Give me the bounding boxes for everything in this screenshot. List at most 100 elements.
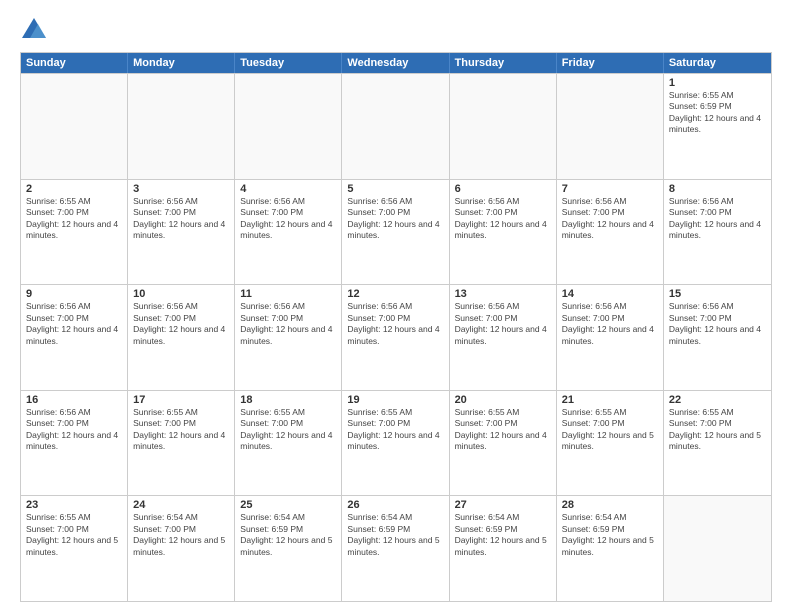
calendar-cell: 18Sunrise: 6:55 AM Sunset: 7:00 PM Dayli… [235, 391, 342, 496]
day-info: Sunrise: 6:56 AM Sunset: 7:00 PM Dayligh… [26, 301, 122, 347]
day-number: 10 [133, 288, 229, 300]
calendar-cell: 21Sunrise: 6:55 AM Sunset: 7:00 PM Dayli… [557, 391, 664, 496]
day-number: 25 [240, 499, 336, 511]
day-info: Sunrise: 6:56 AM Sunset: 7:00 PM Dayligh… [240, 301, 336, 347]
day-info: Sunrise: 6:55 AM Sunset: 7:00 PM Dayligh… [240, 407, 336, 453]
day-number: 5 [347, 183, 443, 195]
calendar-row: 23Sunrise: 6:55 AM Sunset: 7:00 PM Dayli… [21, 495, 771, 601]
calendar-cell: 9Sunrise: 6:56 AM Sunset: 7:00 PM Daylig… [21, 285, 128, 390]
day-number: 6 [455, 183, 551, 195]
day-number: 4 [240, 183, 336, 195]
day-number: 14 [562, 288, 658, 300]
day-number: 17 [133, 394, 229, 406]
day-number: 8 [669, 183, 766, 195]
day-info: Sunrise: 6:54 AM Sunset: 6:59 PM Dayligh… [347, 512, 443, 558]
day-info: Sunrise: 6:56 AM Sunset: 7:00 PM Dayligh… [133, 196, 229, 242]
weekday-header: Sunday [21, 53, 128, 73]
day-number: 9 [26, 288, 122, 300]
day-info: Sunrise: 6:55 AM Sunset: 7:00 PM Dayligh… [669, 407, 766, 453]
calendar-cell: 20Sunrise: 6:55 AM Sunset: 7:00 PM Dayli… [450, 391, 557, 496]
calendar-cell: 8Sunrise: 6:56 AM Sunset: 7:00 PM Daylig… [664, 180, 771, 285]
day-number: 7 [562, 183, 658, 195]
day-number: 24 [133, 499, 229, 511]
day-number: 3 [133, 183, 229, 195]
calendar-cell: 24Sunrise: 6:54 AM Sunset: 7:00 PM Dayli… [128, 496, 235, 601]
day-info: Sunrise: 6:55 AM Sunset: 7:00 PM Dayligh… [562, 407, 658, 453]
day-info: Sunrise: 6:56 AM Sunset: 7:00 PM Dayligh… [26, 407, 122, 453]
weekday-header: Wednesday [342, 53, 449, 73]
day-info: Sunrise: 6:55 AM Sunset: 7:00 PM Dayligh… [347, 407, 443, 453]
calendar-cell: 10Sunrise: 6:56 AM Sunset: 7:00 PM Dayli… [128, 285, 235, 390]
calendar-cell [21, 74, 128, 179]
calendar-cell: 19Sunrise: 6:55 AM Sunset: 7:00 PM Dayli… [342, 391, 449, 496]
weekday-header: Tuesday [235, 53, 342, 73]
day-info: Sunrise: 6:55 AM Sunset: 7:00 PM Dayligh… [26, 196, 122, 242]
calendar-row: 9Sunrise: 6:56 AM Sunset: 7:00 PM Daylig… [21, 284, 771, 390]
day-info: Sunrise: 6:56 AM Sunset: 7:00 PM Dayligh… [240, 196, 336, 242]
day-number: 20 [455, 394, 551, 406]
day-number: 1 [669, 77, 766, 89]
calendar-cell: 23Sunrise: 6:55 AM Sunset: 7:00 PM Dayli… [21, 496, 128, 601]
day-info: Sunrise: 6:55 AM Sunset: 7:00 PM Dayligh… [455, 407, 551, 453]
page: SundayMondayTuesdayWednesdayThursdayFrid… [0, 0, 792, 612]
calendar-cell [557, 74, 664, 179]
day-info: Sunrise: 6:54 AM Sunset: 6:59 PM Dayligh… [562, 512, 658, 558]
calendar: SundayMondayTuesdayWednesdayThursdayFrid… [20, 52, 772, 602]
calendar-cell: 7Sunrise: 6:56 AM Sunset: 7:00 PM Daylig… [557, 180, 664, 285]
day-number: 23 [26, 499, 122, 511]
day-number: 26 [347, 499, 443, 511]
calendar-cell: 27Sunrise: 6:54 AM Sunset: 6:59 PM Dayli… [450, 496, 557, 601]
calendar-cell: 4Sunrise: 6:56 AM Sunset: 7:00 PM Daylig… [235, 180, 342, 285]
calendar-cell: 12Sunrise: 6:56 AM Sunset: 7:00 PM Dayli… [342, 285, 449, 390]
calendar-cell: 15Sunrise: 6:56 AM Sunset: 7:00 PM Dayli… [664, 285, 771, 390]
day-info: Sunrise: 6:56 AM Sunset: 7:00 PM Dayligh… [455, 196, 551, 242]
calendar-cell: 17Sunrise: 6:55 AM Sunset: 7:00 PM Dayli… [128, 391, 235, 496]
weekday-header: Friday [557, 53, 664, 73]
day-info: Sunrise: 6:54 AM Sunset: 7:00 PM Dayligh… [133, 512, 229, 558]
day-info: Sunrise: 6:55 AM Sunset: 7:00 PM Dayligh… [133, 407, 229, 453]
calendar-cell [342, 74, 449, 179]
calendar-cell [235, 74, 342, 179]
calendar-cell: 3Sunrise: 6:56 AM Sunset: 7:00 PM Daylig… [128, 180, 235, 285]
calendar-cell: 11Sunrise: 6:56 AM Sunset: 7:00 PM Dayli… [235, 285, 342, 390]
day-info: Sunrise: 6:56 AM Sunset: 7:00 PM Dayligh… [455, 301, 551, 347]
weekday-header: Thursday [450, 53, 557, 73]
logo-icon [20, 16, 48, 44]
calendar-cell: 26Sunrise: 6:54 AM Sunset: 6:59 PM Dayli… [342, 496, 449, 601]
calendar-cell [450, 74, 557, 179]
day-number: 15 [669, 288, 766, 300]
calendar-cell: 6Sunrise: 6:56 AM Sunset: 7:00 PM Daylig… [450, 180, 557, 285]
calendar-cell: 16Sunrise: 6:56 AM Sunset: 7:00 PM Dayli… [21, 391, 128, 496]
day-number: 2 [26, 183, 122, 195]
calendar-cell [664, 496, 771, 601]
calendar-row: 2Sunrise: 6:55 AM Sunset: 7:00 PM Daylig… [21, 179, 771, 285]
day-info: Sunrise: 6:55 AM Sunset: 7:00 PM Dayligh… [26, 512, 122, 558]
calendar-cell: 5Sunrise: 6:56 AM Sunset: 7:00 PM Daylig… [342, 180, 449, 285]
day-number: 11 [240, 288, 336, 300]
calendar-cell: 14Sunrise: 6:56 AM Sunset: 7:00 PM Dayli… [557, 285, 664, 390]
day-info: Sunrise: 6:54 AM Sunset: 6:59 PM Dayligh… [240, 512, 336, 558]
day-info: Sunrise: 6:56 AM Sunset: 7:00 PM Dayligh… [562, 301, 658, 347]
day-number: 28 [562, 499, 658, 511]
day-info: Sunrise: 6:56 AM Sunset: 7:00 PM Dayligh… [669, 301, 766, 347]
day-number: 27 [455, 499, 551, 511]
calendar-row: 16Sunrise: 6:56 AM Sunset: 7:00 PM Dayli… [21, 390, 771, 496]
day-info: Sunrise: 6:56 AM Sunset: 7:00 PM Dayligh… [133, 301, 229, 347]
day-number: 16 [26, 394, 122, 406]
calendar-cell: 22Sunrise: 6:55 AM Sunset: 7:00 PM Dayli… [664, 391, 771, 496]
day-info: Sunrise: 6:55 AM Sunset: 6:59 PM Dayligh… [669, 90, 766, 136]
calendar-cell: 28Sunrise: 6:54 AM Sunset: 6:59 PM Dayli… [557, 496, 664, 601]
calendar-header: SundayMondayTuesdayWednesdayThursdayFrid… [21, 53, 771, 73]
day-number: 21 [562, 394, 658, 406]
day-info: Sunrise: 6:56 AM Sunset: 7:00 PM Dayligh… [347, 196, 443, 242]
calendar-cell: 1Sunrise: 6:55 AM Sunset: 6:59 PM Daylig… [664, 74, 771, 179]
calendar-cell: 13Sunrise: 6:56 AM Sunset: 7:00 PM Dayli… [450, 285, 557, 390]
day-number: 18 [240, 394, 336, 406]
day-info: Sunrise: 6:56 AM Sunset: 7:00 PM Dayligh… [669, 196, 766, 242]
day-number: 13 [455, 288, 551, 300]
weekday-header: Saturday [664, 53, 771, 73]
day-number: 12 [347, 288, 443, 300]
day-info: Sunrise: 6:56 AM Sunset: 7:00 PM Dayligh… [347, 301, 443, 347]
logo [20, 16, 50, 44]
day-number: 22 [669, 394, 766, 406]
